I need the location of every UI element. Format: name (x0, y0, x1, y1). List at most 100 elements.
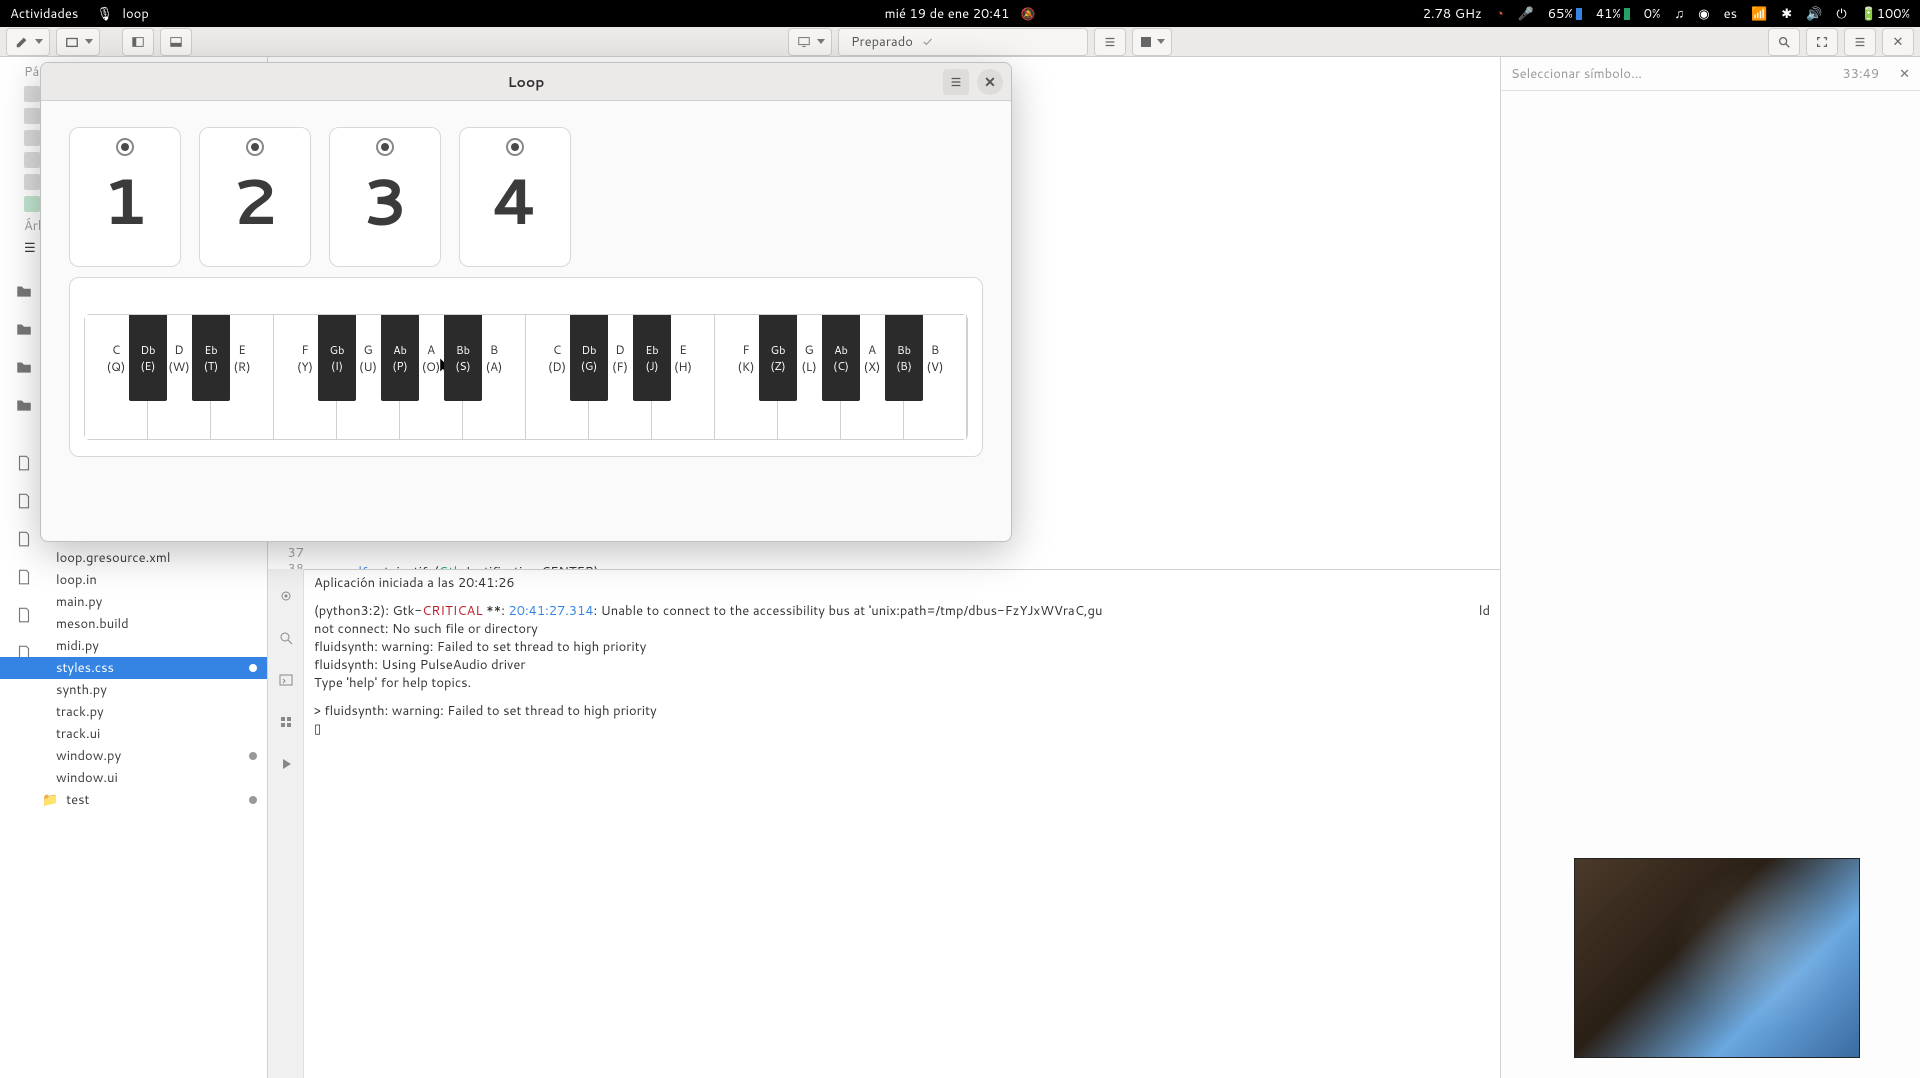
bluetooth-icon[interactable]: ✱ (1781, 5, 1792, 23)
build-status[interactable]: Preparado ✓ (838, 28, 1088, 56)
current-app[interactable]: 🎙 loop (96, 5, 149, 23)
track-card[interactable]: 2 (199, 127, 311, 267)
accessibility-icon[interactable]: ◉ (1698, 5, 1709, 23)
tree-file[interactable]: track.py (0, 701, 267, 723)
panel-left-icon (131, 35, 145, 49)
file-strip-icon[interactable] (12, 451, 36, 475)
symbol-search-input[interactable]: Seleccionar símbolo… (1511, 65, 1832, 83)
clock-label[interactable]: mié 19 de ene 20:41 (885, 5, 1010, 23)
record-icon[interactable] (116, 138, 134, 156)
track-card[interactable]: 4 (459, 127, 571, 267)
key-shortcut: (E) (141, 358, 156, 374)
open-menu-button[interactable] (56, 28, 100, 56)
track-number: 4 (491, 168, 539, 232)
black-key[interactable]: Db(G) (570, 315, 608, 401)
tree-file[interactable]: synth.py (0, 679, 267, 701)
record-icon[interactable] (506, 138, 524, 156)
close-icon[interactable]: ✕ (1899, 65, 1910, 83)
record-icon[interactable] (246, 138, 264, 156)
key-label: Db (581, 342, 596, 358)
folder-strip-icon[interactable] (12, 317, 36, 341)
activities-button[interactable]: Actividades (10, 5, 78, 23)
music-icon[interactable]: ♫ (1674, 5, 1684, 23)
fullscreen-button[interactable] (1806, 28, 1838, 56)
terminal-line: > fluidsynth: warning: Failed to set thr… (314, 702, 1490, 720)
tree-file[interactable]: loop.gresource.xml (0, 547, 267, 569)
edit-menu-button[interactable] (6, 28, 50, 56)
gnome-top-bar: Actividades 🎙 loop mié 19 de ene 20:41 2… (0, 0, 1920, 27)
panel-bottom-button[interactable] (160, 28, 192, 56)
black-key[interactable]: Eb(J) (633, 315, 671, 401)
track-number: 2 (232, 168, 278, 232)
black-key[interactable]: Gb(Z) (759, 315, 797, 401)
black-key[interactable]: Gb(I) (318, 315, 356, 401)
file-strip-icon[interactable] (12, 489, 36, 513)
key-label: Bb (897, 342, 911, 358)
track-card[interactable]: 3 (329, 127, 441, 267)
black-key[interactable]: Ab(C) (822, 315, 860, 401)
close-ide-button[interactable]: ✕ (1882, 28, 1914, 56)
folder-strip-icon[interactable] (12, 393, 36, 417)
tree-file-selected[interactable]: styles.css (0, 657, 267, 679)
search-icon[interactable] (275, 627, 297, 649)
key-shortcut: (G) (581, 358, 598, 374)
expand-icon (1815, 35, 1829, 49)
tree-file[interactable]: window.py (0, 745, 267, 767)
wifi-icon[interactable]: 📶 (1751, 5, 1767, 23)
mic-indicator-icon: 🎤 (1518, 5, 1534, 23)
folder-icon (24, 174, 40, 190)
status-dot-icon: ◔ (1496, 5, 1504, 23)
stop-button[interactable] (1132, 28, 1172, 56)
grid-icon[interactable] (275, 711, 297, 733)
chevron-down-icon (817, 39, 825, 44)
notifications-off-icon[interactable] (1021, 7, 1035, 21)
terminal-cursor: ▯ (314, 720, 1490, 738)
dirty-indicator-icon (249, 796, 257, 804)
record-icon[interactable] (376, 138, 394, 156)
key-shortcut: (Z) (770, 358, 785, 374)
tree-file[interactable]: track.ui (0, 723, 267, 745)
device-select-button[interactable] (788, 28, 832, 56)
stop-icon (1141, 37, 1151, 47)
list-icon: ☰ (24, 239, 36, 257)
tree-file[interactable]: loop.in (0, 569, 267, 591)
search-button[interactable] (1768, 28, 1800, 56)
folder-strip-icon[interactable] (12, 279, 36, 303)
power-icon[interactable]: ⏻ (1836, 5, 1846, 23)
piano-keyboard: C(Q)D(W)E(R)F(Y)G(U)A(O)B(A)C(D)D(F)E(H)… (84, 314, 968, 440)
close-icon: ✕ (1893, 33, 1904, 51)
location-icon[interactable] (275, 585, 297, 607)
tree-file[interactable]: midi.py (0, 635, 267, 657)
tree-file[interactable]: main.py (0, 591, 267, 613)
play-icon[interactable] (275, 753, 297, 775)
menu-button[interactable] (943, 69, 969, 95)
terminal-line: (python3:2): Gtk-CRITICAL **: 20:41:27.3… (314, 602, 1490, 620)
panel-left-button[interactable] (122, 28, 154, 56)
black-key[interactable]: Eb(T) (192, 315, 230, 401)
hamburger-button[interactable] (1844, 28, 1876, 56)
keyboard-layout-label[interactable]: es (1724, 5, 1737, 23)
close-button[interactable]: ✕ (977, 69, 1003, 95)
battery-main-icon[interactable]: 🔋100% (1861, 5, 1910, 23)
volume-icon[interactable]: 🔊 (1806, 5, 1822, 23)
check-icon: ✓ (923, 33, 932, 51)
terminal-output[interactable]: Aplicación iniciada a las 20:41:26 (pyth… (304, 569, 1500, 1078)
line-col-indicator[interactable]: 33:49 (1842, 65, 1879, 83)
black-key[interactable]: Ab(P) (381, 315, 419, 401)
tree-file[interactable]: meson.build (0, 613, 267, 635)
key-shortcut: (T) (204, 358, 218, 374)
battery3-label: 0% (1644, 5, 1661, 23)
key-label: Bb (456, 342, 470, 358)
black-key[interactable]: Bb(S) (444, 315, 482, 401)
black-key[interactable]: Bb(B) (885, 315, 923, 401)
tree-file[interactable]: window.ui (0, 767, 267, 789)
tree-folder[interactable]: 📁test (0, 789, 267, 811)
build-config-button[interactable] (1094, 28, 1126, 56)
terminal-icon[interactable] (275, 669, 297, 691)
black-key[interactable]: Db(E) (129, 315, 167, 401)
key-label: Gb (330, 342, 345, 358)
folder-strip-icon[interactable] (12, 355, 36, 379)
loop-headerbar[interactable]: Loop ✕ (41, 63, 1011, 101)
folder-icon (24, 130, 40, 146)
track-card[interactable]: 1 (69, 127, 181, 267)
